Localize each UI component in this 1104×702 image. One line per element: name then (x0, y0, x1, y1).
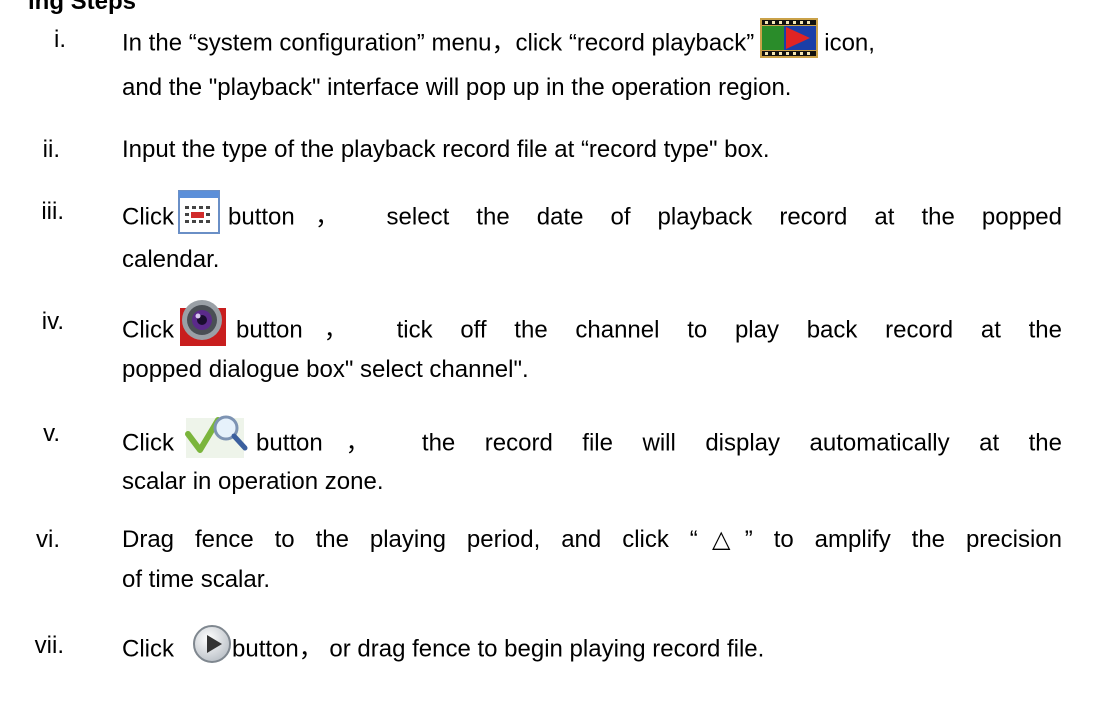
step-text: button， tick off the channel to play bac… (236, 316, 1062, 344)
step-line-2: popped dialogue box" select channel". (122, 356, 529, 383)
step-line-1: Click button， tick off the channel to pl… (122, 300, 1062, 356)
step-line-1: Drag fence to the playing period, and cl… (122, 526, 1062, 553)
step-line-1: In the “system configuration” menu，click… (122, 18, 1062, 64)
calendar-icon (178, 190, 220, 234)
step-text: button， the record file will display aut… (256, 429, 1062, 457)
step-number: vi. (36, 526, 60, 553)
search-icon (182, 410, 250, 462)
step-line-1: Click button， the record file will displ… (122, 415, 1062, 470)
step-text: Click (122, 429, 174, 457)
step-line-1: Click button， or drag fence to begin pla… (122, 625, 1062, 670)
step-text: button， select the date of playback reco… (228, 203, 1062, 231)
camera-icon (178, 298, 228, 348)
play-icon (192, 624, 232, 664)
step-text: In the “system configuration” menu，click… (122, 29, 755, 57)
step-line-2: scalar in operation zone. (122, 468, 384, 495)
step-number: i. (54, 26, 66, 53)
step-line-1: Input the type of the playback record fi… (122, 136, 770, 163)
step-text: Click (122, 635, 174, 663)
step-text: Click (122, 203, 174, 231)
step-text: button， or drag fence to begin playing r… (232, 635, 765, 663)
step-number: v. (43, 420, 60, 447)
section-heading: ing Steps (28, 0, 137, 15)
step-number: iv. (41, 308, 64, 335)
step-number: iii. (41, 198, 64, 225)
step-line-1: Click button， select the date of playbac… (122, 190, 1062, 240)
record-playback-icon (760, 18, 819, 58)
step-text: icon, (824, 29, 875, 57)
step-line-2: and the "playback" interface will pop up… (122, 74, 792, 101)
step-text: Click (122, 316, 174, 344)
step-line-2: calendar. (122, 246, 220, 273)
step-line-2: of time scalar. (122, 566, 271, 593)
step-number: ii. (42, 136, 60, 163)
step-number: vii. (34, 632, 64, 659)
